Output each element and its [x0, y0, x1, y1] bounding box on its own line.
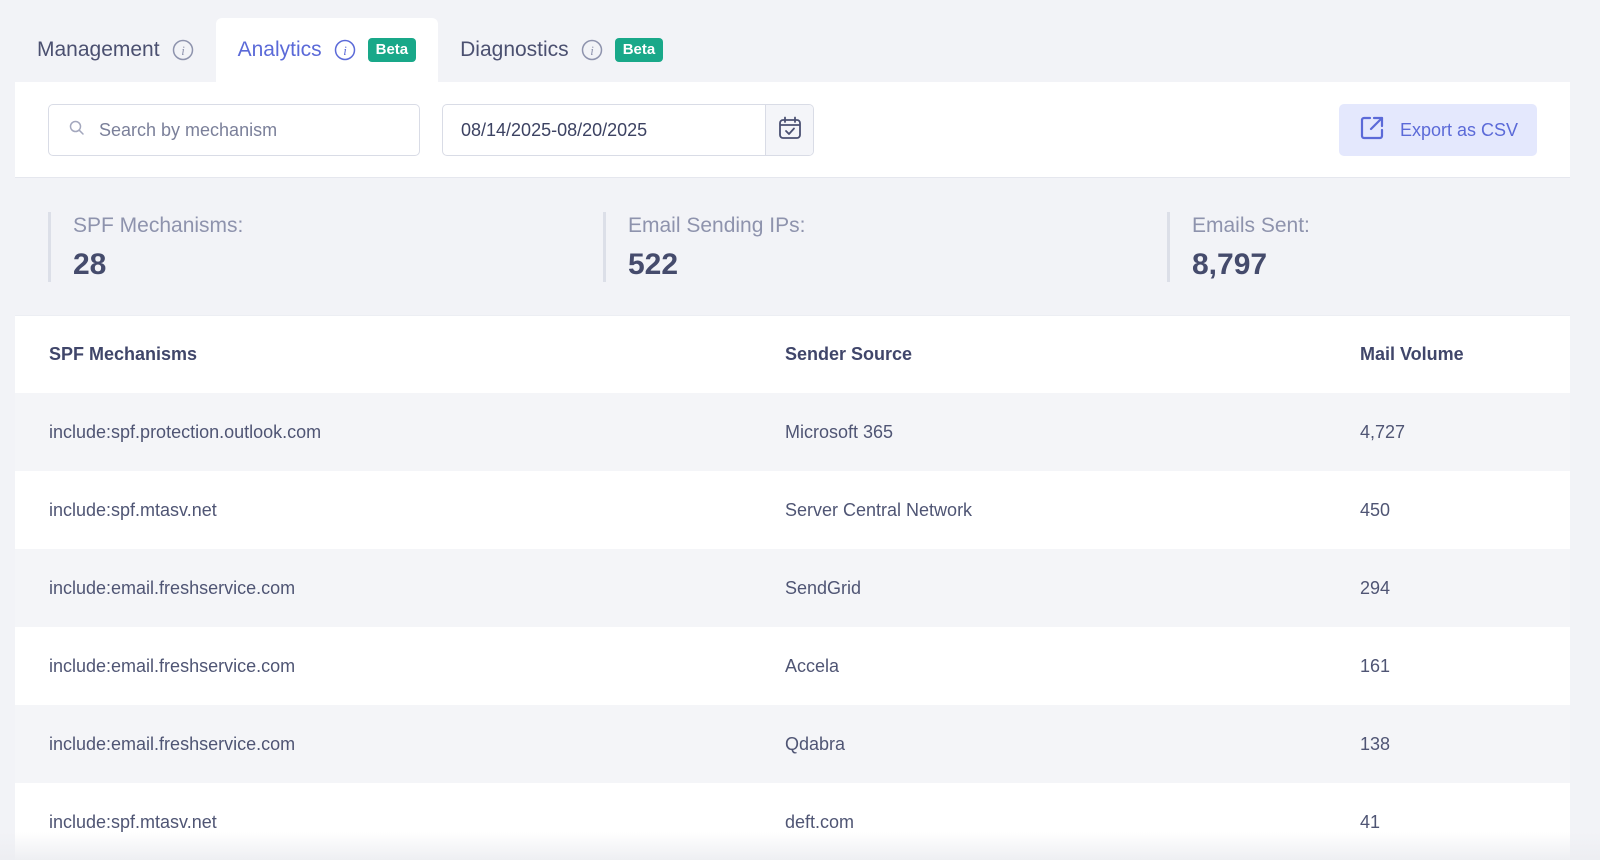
cell-mechanism: include:email.freshservice.com — [49, 733, 296, 754]
table-row[interactable]: include:email.freshservice.com Qdabra 13… — [15, 705, 1570, 783]
column-header-sender-source[interactable]: Sender Source — [785, 344, 912, 365]
cell-sender-source: Server Central Network — [785, 499, 973, 520]
tab-bar: Management i Analytics i Beta Diagnostic… — [15, 18, 685, 82]
cell-sender-source: deft.com — [785, 811, 855, 832]
cell-mail-volume: 4,727 — [1360, 421, 1406, 442]
external-link-icon — [1358, 114, 1386, 147]
info-icon[interactable]: i — [581, 39, 603, 61]
beta-badge: Beta — [614, 38, 664, 62]
cell-mail-volume: 161 — [1360, 655, 1391, 676]
table-row[interactable]: include:email.freshservice.com Accela 16… — [15, 627, 1570, 705]
spf-table: SPF Mechanisms Sender Source Mail Volume… — [15, 315, 1570, 860]
stat-label: Email Sending IPs: — [628, 214, 806, 237]
date-range-picker[interactable]: 08/14/2025-08/20/2025 — [442, 104, 814, 156]
cell-mail-volume: 41 — [1360, 811, 1381, 832]
calendar-button[interactable] — [765, 105, 813, 155]
tab-label: Management — [37, 38, 160, 61]
search-icon — [69, 120, 85, 141]
tab-analytics[interactable]: Analytics i Beta — [215, 18, 439, 82]
tab-diagnostics[interactable]: Diagnostics i Beta — [438, 18, 685, 82]
svg-text:i: i — [181, 43, 185, 58]
cell-sender-source: Microsoft 365 — [785, 421, 894, 442]
info-icon[interactable]: i — [172, 39, 194, 61]
cell-mail-volume: 138 — [1360, 733, 1391, 754]
search-box — [48, 104, 420, 156]
table-row[interactable]: include:email.freshservice.com SendGrid … — [15, 549, 1570, 627]
tab-management[interactable]: Management i — [15, 18, 216, 82]
column-header-mail-volume[interactable]: Mail Volume — [1360, 344, 1464, 365]
tab-label: Analytics — [237, 38, 322, 61]
table-row[interactable]: include:spf.protection.outlook.com Micro… — [15, 393, 1570, 471]
cell-mail-volume: 294 — [1360, 577, 1391, 598]
export-csv-button[interactable]: Export as CSV — [1339, 104, 1537, 156]
cell-mechanism: include:email.freshservice.com — [49, 577, 296, 598]
cell-sender-source: SendGrid — [785, 577, 862, 598]
svg-text:i: i — [343, 43, 347, 58]
table-row[interactable]: include:spf.mtasv.net Server Central Net… — [15, 471, 1570, 549]
export-label: Export as CSV — [1399, 119, 1519, 140]
table-row[interactable]: include:spf.mtasv.net deft.com 41 — [15, 783, 1570, 860]
date-range-value[interactable]: 08/14/2025-08/20/2025 — [443, 105, 765, 155]
cell-sender-source: Accela — [785, 655, 840, 676]
tab-label: Diagnostics — [460, 38, 569, 61]
table-header: SPF Mechanisms Sender Source Mail Volume — [15, 315, 1570, 393]
cell-mechanism: include:email.freshservice.com — [49, 655, 296, 676]
cell-mechanism: include:spf.mtasv.net — [49, 811, 217, 832]
calendar-icon — [777, 115, 803, 146]
stat-label: SPF Mechanisms: — [73, 214, 244, 237]
stat-value: 8,797 — [1192, 248, 1268, 281]
cell-mechanism: include:spf.protection.outlook.com — [49, 421, 322, 442]
cell-sender-source: Qdabra — [785, 733, 846, 754]
info-icon[interactable]: i — [334, 39, 356, 61]
analytics-page: Management i Analytics i Beta Diagnostic… — [0, 0, 1600, 860]
stat-value: 28 — [73, 248, 107, 281]
summary-stats: SPF Mechanisms: 28 Email Sending IPs: 52… — [15, 179, 1570, 315]
column-header-spf-mechanisms[interactable]: SPF Mechanisms — [49, 344, 197, 365]
stat-emails-sent: Emails Sent: 8,797 — [1167, 212, 1310, 282]
cell-mechanism: include:spf.mtasv.net — [49, 499, 217, 520]
stat-email-sending-ips: Email Sending IPs: 522 — [603, 212, 805, 282]
svg-text:i: i — [590, 43, 594, 58]
beta-badge: Beta — [367, 38, 417, 62]
stat-label: Emails Sent: — [1192, 214, 1310, 237]
stat-spf-mechanisms: SPF Mechanisms: 28 — [48, 212, 243, 282]
search-input[interactable] — [99, 119, 389, 141]
toolbar: 08/14/2025-08/20/2025 — [15, 82, 1570, 178]
cell-mail-volume: 450 — [1360, 499, 1391, 520]
stat-value: 522 — [628, 248, 679, 281]
